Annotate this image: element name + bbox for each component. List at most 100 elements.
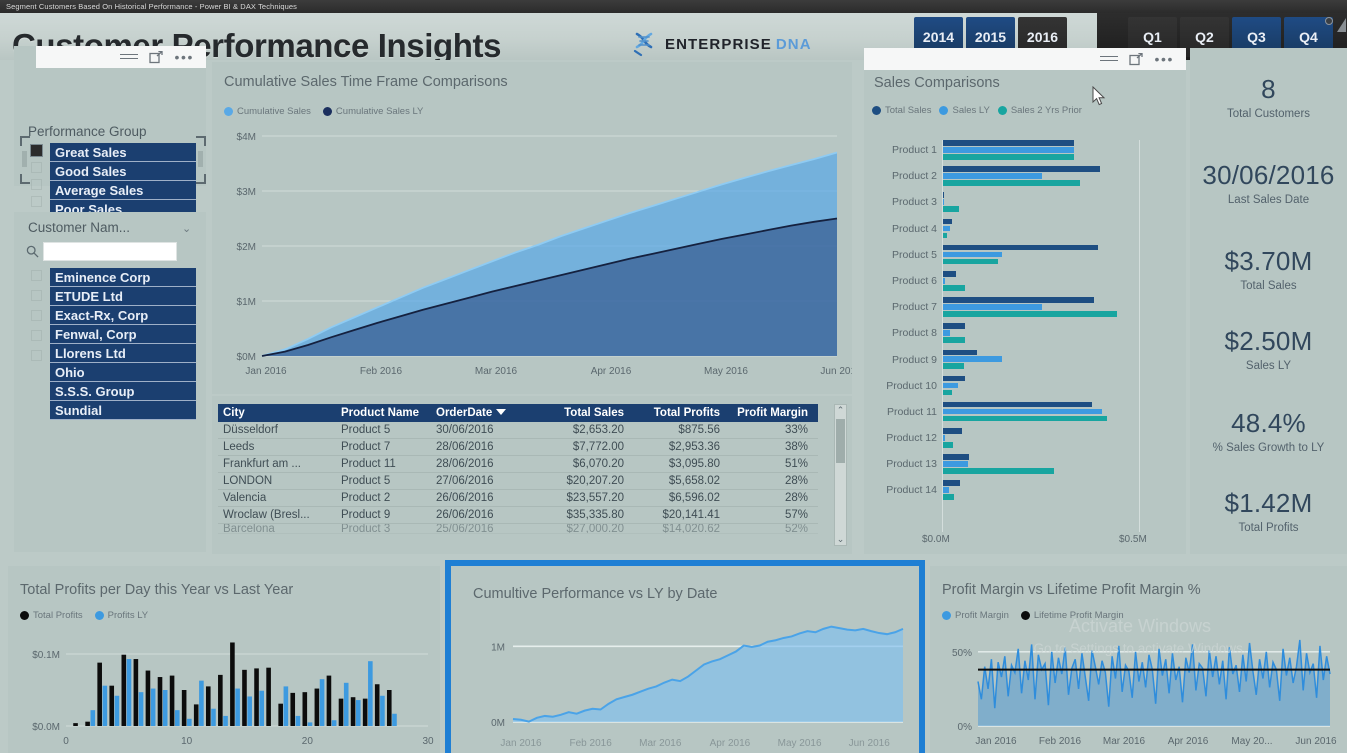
filter-icon[interactable]: [1100, 55, 1119, 63]
bar-sales-2-yrs-prior[interactable]: [943, 232, 948, 239]
sales-comparison-row[interactable]: Product 11: [887, 401, 1161, 428]
performance-group-item[interactable]: Great Sales: [50, 143, 196, 162]
performance-group-item[interactable]: Good Sales: [50, 162, 196, 181]
sales-comparison-row[interactable]: Product 9: [892, 349, 1161, 376]
bar-sales-2-yrs-prior[interactable]: [943, 153, 1074, 160]
sales-comparisons-chart[interactable]: ••• Sales Comparisons Total Sales Sales L…: [864, 48, 1186, 554]
column-header-city[interactable]: City: [218, 407, 336, 419]
scroll-down-icon[interactable]: ⌄: [837, 534, 845, 545]
customer-name-item[interactable]: S.S.S. Group: [50, 382, 196, 401]
customer-name-slicer[interactable]: Customer Nam... ⌄ Eminence Corp ETUDE Ltd…: [14, 212, 206, 552]
focus-mode-icon[interactable]: [149, 50, 164, 64]
kpi-card[interactable]: 8 Total Customers: [1190, 74, 1347, 120]
bar-total-sales[interactable]: [943, 218, 952, 225]
bar-total-sales[interactable]: [943, 349, 977, 356]
bar-total-sales[interactable]: [943, 323, 965, 329]
bar-sales-ly[interactable]: [943, 356, 1002, 363]
slicer-visual-header[interactable]: •••: [36, 46, 206, 68]
bar-sales-ly[interactable]: [943, 304, 1043, 310]
sales-comparison-row[interactable]: Product 6: [892, 270, 1161, 297]
bar-sales-2-yrs-prior[interactable]: [943, 258, 999, 265]
bar-sales-2-yrs-prior[interactable]: [943, 494, 955, 500]
bar-sales-2-yrs-prior[interactable]: [943, 415, 1108, 422]
customer-name-item[interactable]: Fenwal, Corp: [50, 325, 196, 344]
table-row[interactable]: Frankfurt am ... Product 11 28/06/2016 $6,0…: [218, 456, 818, 473]
bar-sales-2-yrs-prior[interactable]: [943, 284, 965, 291]
bar-sales-2-yrs-prior[interactable]: [943, 180, 1080, 186]
sales-comparison-row[interactable]: Product 5: [892, 244, 1161, 271]
bar-sales-ly[interactable]: [943, 251, 1003, 258]
sales-comparison-row[interactable]: Product 12: [886, 428, 1161, 454]
bar-sales-2-yrs-prior[interactable]: [943, 311, 1118, 317]
sales-comparison-row[interactable]: Product 14: [886, 480, 1161, 506]
table-row[interactable]: LONDON Product 5 27/06/2016 $20,207.20 $5,65…: [218, 473, 818, 490]
bar-total-sales[interactable]: [943, 270, 956, 277]
customer-name-item[interactable]: ETUDE Ltd: [50, 287, 196, 306]
more-options-icon[interactable]: •••: [1154, 52, 1174, 66]
bar-total-sales[interactable]: [943, 454, 969, 460]
bar-total-sales[interactable]: [943, 480, 960, 487]
column-header-total-sales[interactable]: Total Sales: [531, 407, 629, 419]
customer-search-row[interactable]: [26, 242, 177, 261]
performance-group-item[interactable]: Average Sales: [50, 181, 196, 200]
performance-group-item-list[interactable]: Great Sales Good Sales Average Sales Poor S…: [50, 143, 196, 219]
column-header-product-name[interactable]: Product Name: [336, 407, 431, 419]
chevron-down-icon[interactable]: ⌄: [182, 222, 191, 235]
bar-sales-ly[interactable]: [943, 487, 949, 494]
resize-handle-left[interactable]: [22, 151, 27, 167]
resize-handle-right[interactable]: [198, 151, 203, 167]
table-row[interactable]: Barcelona Product 3 25/06/2016 $27,000.20 $1…: [218, 524, 818, 534]
sales-comparison-row[interactable]: Product 1: [892, 140, 1161, 166]
bar-sales-ly[interactable]: [943, 173, 1043, 179]
bar-sales-2-yrs-prior[interactable]: [943, 442, 954, 448]
column-header-profit-margin[interactable]: Profit Margin: [725, 407, 813, 419]
cumultive-performance-chart[interactable]: Cumultive Performance vs LY by Date 0M 1M…: [451, 566, 919, 753]
kpi-card[interactable]: 48.4% % Sales Growth to LY: [1190, 408, 1347, 454]
table-row[interactable]: Düsseldorf Product 5 30/06/2016 $2,653.20 $8…: [218, 422, 818, 439]
sales-comparison-row[interactable]: Product 3: [892, 192, 1161, 218]
filter-icon[interactable]: [120, 53, 139, 61]
bar-sales-2-yrs-prior[interactable]: [943, 363, 964, 370]
bar-sales-ly[interactable]: [943, 408, 1102, 415]
sales-comparisons-visual-header[interactable]: •••: [864, 48, 1186, 70]
bar-total-sales[interactable]: [943, 428, 963, 434]
kpi-card[interactable]: $3.70M Total Sales: [1190, 246, 1347, 292]
bar-sales-ly[interactable]: [943, 435, 945, 441]
column-header-total-profits[interactable]: Total Profits: [629, 407, 725, 419]
scroll-up-caret-icon[interactable]: [1337, 18, 1346, 32]
table-container[interactable]: City Product Name OrderDate Total Sales …: [218, 404, 818, 534]
resize-handle-tr[interactable]: [196, 136, 206, 146]
bar-sales-2-yrs-prior[interactable]: [943, 389, 952, 396]
resize-handle-bl[interactable]: [20, 174, 30, 184]
table-row[interactable]: Valencia Product 2 26/06/2016 $23,557.20 $6,…: [218, 490, 818, 507]
table-header-row[interactable]: City Product Name OrderDate Total Sales …: [218, 404, 818, 422]
cumulative-sales-area-chart[interactable]: Cumulative Sales Time Frame Comparisons …: [212, 62, 852, 394]
table-scrollbar[interactable]: ⌃ ⌄: [834, 404, 847, 546]
bar-total-sales[interactable]: [943, 140, 1074, 146]
sales-comparison-row[interactable]: Product 7: [892, 297, 1161, 323]
table-row[interactable]: Wroclaw (Bresl... Product 9 26/06/2016 $35,…: [218, 507, 818, 524]
bar-sales-ly[interactable]: [943, 199, 944, 205]
sales-comparison-row[interactable]: Product 2: [892, 166, 1161, 192]
bar-total-sales[interactable]: [943, 297, 1094, 303]
sales-comparison-row[interactable]: Product 10: [886, 375, 1161, 402]
sales-detail-table[interactable]: City Product Name OrderDate Total Sales …: [212, 396, 852, 554]
profit-margin-chart[interactable]: Profit Margin vs Lifetime Profit Margin …: [930, 566, 1347, 753]
notification-badge-icon[interactable]: [1325, 17, 1333, 25]
column-header-orderdate[interactable]: OrderDate: [431, 407, 531, 419]
bar-total-sales[interactable]: [943, 244, 1098, 251]
kpi-card[interactable]: $1.42M Total Profits: [1190, 488, 1347, 534]
kpi-card[interactable]: 30/06/2016 Last Sales Date: [1190, 160, 1347, 206]
customer-name-item[interactable]: Eminence Corp: [50, 268, 196, 287]
customer-name-item-list[interactable]: Eminence Corp ETUDE Ltd Exact-Rx, Corp Fenw…: [50, 268, 196, 420]
bar-sales-2-yrs-prior[interactable]: [943, 337, 965, 343]
bar-sales-ly[interactable]: [943, 225, 951, 232]
bar-total-sales[interactable]: [943, 375, 965, 382]
table-row[interactable]: Leeds Product 7 28/06/2016 $7,772.00 $2,953.…: [218, 439, 818, 456]
resize-handle-br[interactable]: [196, 174, 206, 184]
bar-sales-ly[interactable]: [943, 146, 1074, 153]
focus-mode-icon[interactable]: [1129, 52, 1144, 66]
bar-total-sales[interactable]: [943, 401, 1092, 408]
more-options-icon[interactable]: •••: [174, 50, 194, 64]
slicer-select-all-checkbox[interactable]: [30, 144, 43, 157]
